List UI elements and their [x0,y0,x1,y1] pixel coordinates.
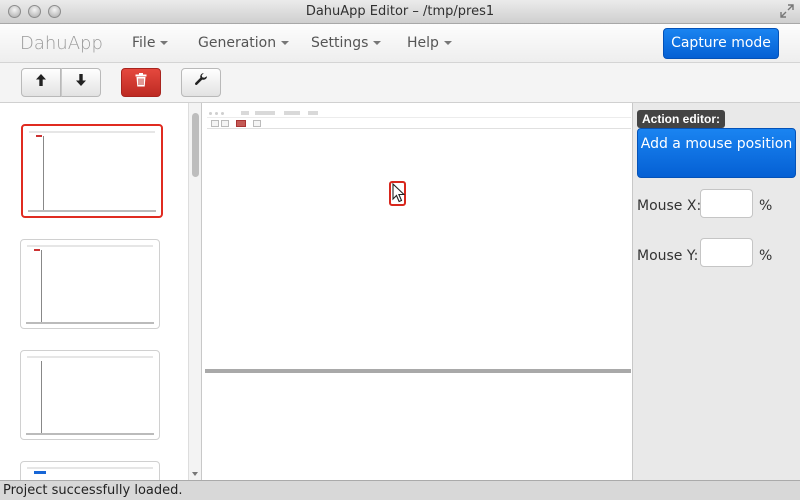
thumbnail-divider [43,136,44,211]
action-editor-title: Action editor: [637,110,725,128]
scroll-down-icon[interactable] [192,472,198,476]
thumbnail-marker [34,249,40,251]
window-titlebar: DahuApp Editor – /tmp/pres1 [0,0,800,24]
menu-generation[interactable]: Generation [198,35,290,51]
capture-mode-button[interactable]: Capture mode [663,28,779,59]
slide-thumbnail-3[interactable] [20,350,160,440]
menu-help[interactable]: Help [407,35,452,51]
preview-button [221,120,229,127]
chevron-down-icon [160,41,169,45]
delete-button[interactable] [121,68,161,97]
wrench-icon [194,73,208,92]
toolbar [0,63,800,103]
thumbnail-marker [36,135,42,137]
slide-thumbnail-1[interactable] [21,124,163,218]
menu-help-label: Help [407,35,439,51]
arrow-up-icon [35,73,47,92]
thumbnail-toolbar [27,245,153,247]
menu-file-label: File [132,35,156,51]
navbar: DahuApp File Generation Settings Help Ca… [0,24,800,63]
mouse-y-input[interactable] [700,238,753,267]
preview-dot [209,112,212,115]
thumbnail-divider [41,361,42,434]
settings-button[interactable] [181,68,221,97]
preview-menu [308,111,318,115]
preview-delete-button [236,120,246,127]
mouse-y-unit: % [759,248,773,264]
chevron-down-icon [281,41,290,45]
arrow-down-icon [75,73,87,92]
thumbnail-footer [26,433,154,435]
preview-button [211,120,219,127]
mouse-x-label: Mouse X: [637,198,702,214]
thumbnail-marker [34,471,46,474]
status-bar: Project successfully loaded. [0,480,800,500]
mouse-x-unit: % [759,198,773,214]
thumbnail-toolbar [29,131,155,133]
menu-file[interactable]: File [132,35,169,51]
preview-menu [284,111,300,115]
preview-dot [215,112,218,115]
app-brand[interactable]: DahuApp [20,33,103,54]
preview-menubar [207,110,631,118]
sidebar-scrollbar[interactable] [188,103,201,480]
thumbnail-footer [28,210,156,212]
slides-sidebar[interactable] [0,103,201,491]
add-mouse-position-button[interactable]: Add a mouse position [637,128,796,178]
thumbnail-footer [26,322,154,324]
trash-icon [135,73,147,92]
preview-toolbar [207,119,631,129]
slide-thumbnail-2[interactable] [20,239,160,329]
menu-generation-label: Generation [198,35,277,51]
slide-preview[interactable] [201,103,632,480]
preview-dot [221,112,224,115]
preview-menu [241,111,249,115]
thumbnail-toolbar [27,467,153,469]
scrollbar-thumb[interactable] [192,113,199,177]
move-up-button[interactable] [21,68,61,97]
preview-menu [255,111,275,115]
mouse-position-marker[interactable] [389,181,406,206]
action-editor-panel: Action editor: Add a mouse position Mous… [632,103,800,480]
thumbnail-divider [41,250,42,323]
preview-divider[interactable] [205,369,631,373]
preview-button [253,120,261,127]
mouse-x-input[interactable] [700,189,753,218]
chevron-down-icon [373,41,382,45]
menu-settings-label: Settings [311,35,369,51]
move-down-button[interactable] [61,68,101,97]
menu-settings[interactable]: Settings [311,35,382,51]
mouse-y-label: Mouse Y: [637,248,699,264]
fullscreen-icon[interactable] [780,4,794,18]
window-title: DahuApp Editor – /tmp/pres1 [305,4,495,19]
thumbnail-toolbar [27,356,153,358]
chevron-down-icon [443,41,452,45]
